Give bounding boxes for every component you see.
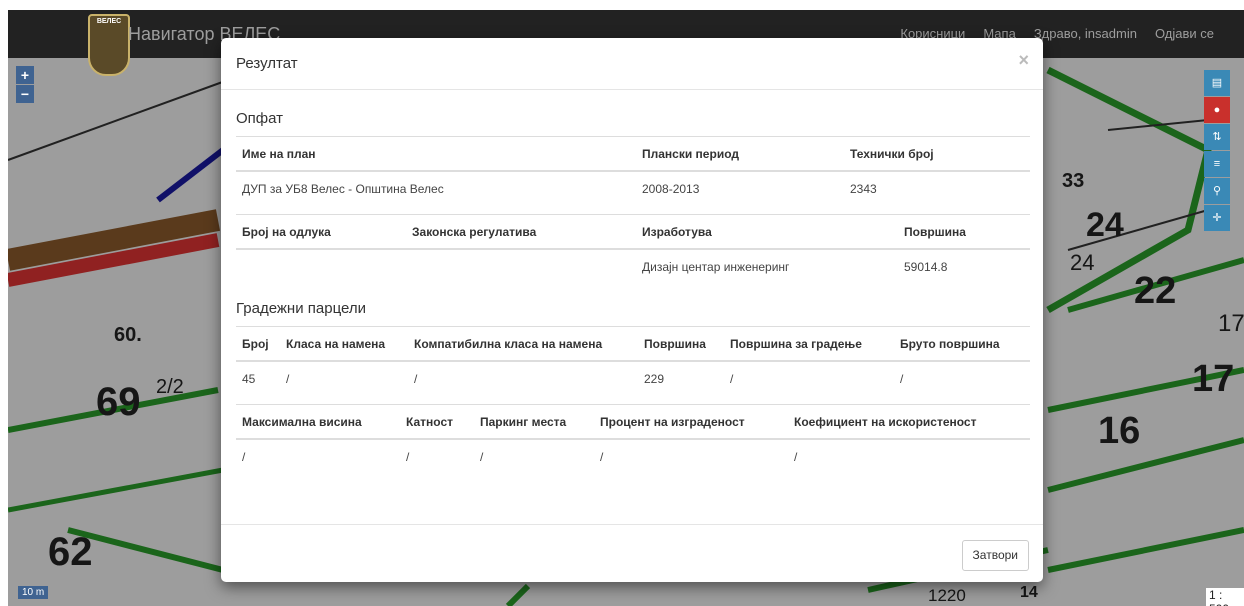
close-icon[interactable]: × [1018, 50, 1029, 71]
table-cell: 45 [242, 372, 256, 386]
table-row: / / / / / [236, 439, 1030, 482]
table-row: 45 / / 229 / / [236, 361, 1030, 404]
column-header: Максимална висина [236, 404, 400, 440]
table-cell: 2008-2013 [642, 182, 700, 196]
column-header: Број на одлука [236, 214, 406, 250]
zoom-out-button[interactable]: − [16, 85, 34, 103]
scope-section-title: Опфат [236, 110, 284, 127]
table-cell: / [900, 372, 904, 386]
table-cell: 2343 [850, 182, 877, 196]
result-modal: Резултат × Опфат Име на план Плански пер… [221, 38, 1043, 582]
table-cell: 229 [644, 372, 665, 386]
locate-icon[interactable]: ✛ [1204, 205, 1230, 231]
table-cell: / [242, 450, 246, 464]
table-cell: 59014.8 [904, 260, 948, 274]
column-header: Законска регулатива [406, 214, 636, 250]
column-header: Класа на намена [280, 326, 408, 362]
modal-title: Резултат [236, 55, 298, 72]
layers-icon[interactable]: ▤ [1204, 70, 1230, 96]
scale-ratio: 1 : 500 [1206, 588, 1244, 606]
table-cell: Дизајн центар инженеринг [642, 260, 790, 274]
parcels-table-1: Број Класа на намена Компатибилна класа … [236, 326, 1030, 404]
column-header: Компатибилна класа на намена [408, 326, 638, 362]
column-header: Површина [898, 214, 1030, 250]
modal-body: Опфат Име на план Плански период Техничк… [236, 90, 1030, 482]
info-icon[interactable]: ● [1204, 97, 1230, 123]
scale-bar: 10 m [18, 586, 49, 599]
close-button[interactable]: Затвори [961, 540, 1029, 571]
parcels-table-2: Максимална висина Катност Паркинг места … [236, 404, 1030, 482]
column-header: Плански период [636, 136, 844, 172]
column-header: Површина [638, 326, 724, 362]
search-icon[interactable]: ⚲ [1204, 178, 1230, 204]
modal-footer: Затвори [221, 524, 1043, 582]
map-tool-column: ▤ ● ⇅ ≡ ⚲ ✛ [1204, 70, 1230, 232]
column-header: Процент на изграденост [594, 404, 788, 440]
parcels-section-title: Градежни парцели [236, 300, 366, 317]
table-cell: ДУП за УБ8 Велес - Општина Велес [242, 182, 444, 196]
table-cell: / [406, 450, 410, 464]
column-header: Број [236, 326, 280, 362]
table-row: Дизајн центар инженеринг 59014.8 [236, 249, 1030, 292]
filter-icon[interactable]: ≡ [1204, 151, 1230, 177]
zoom-in-button[interactable]: + [16, 66, 34, 84]
nav-logout-link[interactable]: Одјави се [1155, 26, 1214, 41]
scope-table-2: Број на одлука Законска регулатива Израб… [236, 214, 1030, 292]
table-cell: / [600, 450, 604, 464]
table-cell: / [730, 372, 734, 386]
column-header: Паркинг места [474, 404, 594, 440]
column-header: Бруто површина [894, 326, 1030, 362]
coat-of-arms-logo: ВЕЛЕС [88, 14, 130, 76]
column-header: Технички број [844, 136, 1030, 172]
modal-header: Резултат × [221, 38, 1043, 90]
sort-icon[interactable]: ⇅ [1204, 124, 1230, 150]
table-row: ДУП за УБ8 Велес - Општина Велес 2008-20… [236, 171, 1030, 214]
logo-text: ВЕЛЕС [96, 18, 122, 25]
table-cell: / [286, 372, 290, 386]
column-header: Катност [400, 404, 474, 440]
table-cell [406, 249, 636, 292]
table-cell: / [794, 450, 798, 464]
column-header: Име на план [236, 136, 636, 172]
nav-greeting[interactable]: Здраво, insadmin [1034, 26, 1137, 41]
column-header: Изработува [636, 214, 898, 250]
table-cell: / [480, 450, 484, 464]
table-cell: / [414, 372, 418, 386]
column-header: Коефициент на искористеност [788, 404, 1030, 440]
column-header: Површина за градење [724, 326, 894, 362]
zoom-controls: + − [16, 66, 36, 104]
scope-table-1: Име на план Плански период Технички број… [236, 136, 1030, 214]
table-cell [236, 249, 406, 292]
